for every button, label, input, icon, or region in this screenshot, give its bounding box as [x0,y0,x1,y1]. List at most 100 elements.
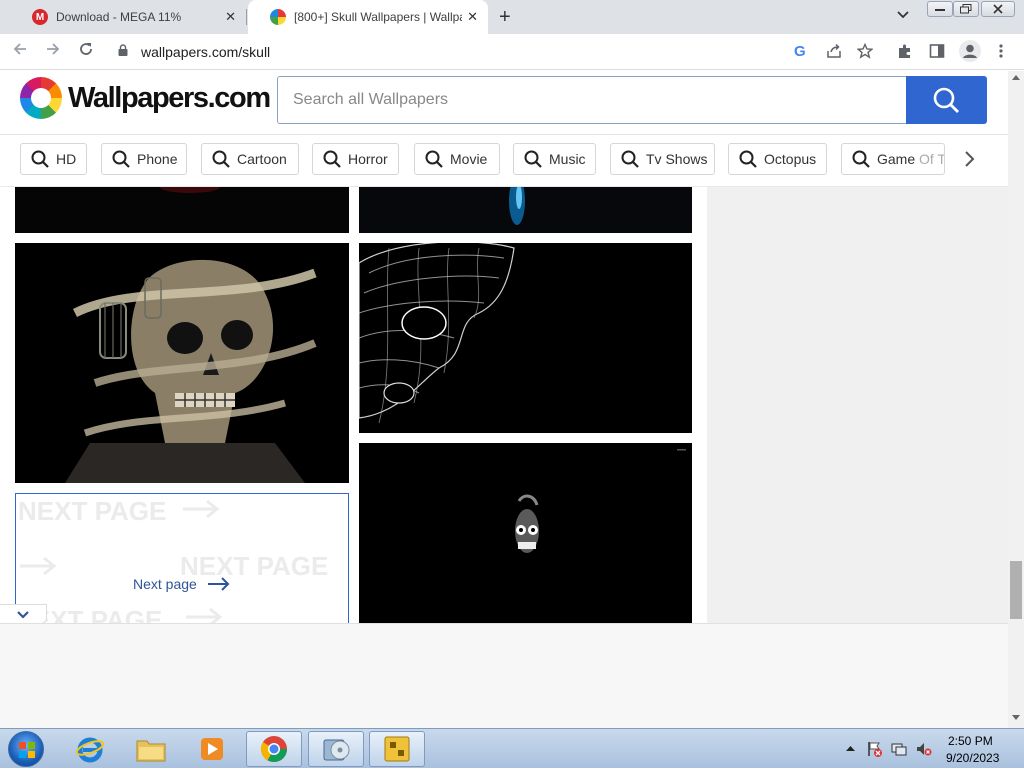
show-hidden-icons-chevron-icon[interactable] [846,745,855,751]
close-window-button[interactable] [981,1,1015,17]
search-icon [621,150,639,168]
collapse-button[interactable] [0,604,47,623]
tab-skull-wallpapers[interactable]: [800+] Skull Wallpapers | Wallpapers.com… [248,0,488,34]
back-button[interactable] [12,41,28,62]
chip-label: Music [549,151,586,167]
taskbar-game-app[interactable] [369,731,425,767]
chevron-down-icon [17,610,29,619]
taskbar-internet-explorer[interactable] [62,731,118,767]
wallpaper-thumbnail-dark-creature[interactable] [359,443,692,623]
taskbar-media-player[interactable] [184,731,240,767]
profile-avatar-icon[interactable] [959,40,981,66]
volume-muted-icon[interactable] [916,741,932,757]
chip-music[interactable]: Music [513,143,596,175]
scrollbar-thumb[interactable] [1010,561,1022,619]
chip-label: Octopus [764,151,817,167]
scroll-up-icon[interactable] [1012,74,1020,80]
folder-icon [136,740,166,762]
chip-label: Cartoon [237,151,287,167]
mega-icon: M [32,9,48,25]
search-box [277,76,907,124]
search-input[interactable] [278,77,907,123]
action-center-flag-icon[interactable] [866,741,882,757]
forward-button[interactable] [45,41,61,62]
search-icon [31,150,49,168]
game-app-icon [384,736,410,762]
close-tab-icon[interactable]: ✕ [225,9,236,25]
new-tab-button[interactable]: + [499,6,511,29]
wallpaper-thumbnail-blue-glow[interactable] [359,187,692,233]
chrome-icon [260,736,288,763]
sidebar-ad-placeholder [707,187,1008,623]
browser-tab-strip: M Download - MEGA 11% ✕ [800+] Skull Wal… [0,0,1024,34]
chip-horror[interactable]: Horror [312,143,399,175]
wallpapers-wheel-icon [270,9,286,25]
chip-hd[interactable]: HD [20,143,87,175]
chevron-right-icon[interactable] [960,149,978,169]
share-icon[interactable] [826,43,842,63]
search-button[interactable] [906,76,987,124]
lock-icon[interactable] [118,44,128,56]
search-icon [425,150,443,168]
site-logo-text[interactable]: Wallpapers.com [68,82,271,115]
chip-label: HD [56,151,77,167]
taskbar-file-explorer[interactable] [123,731,179,767]
windows-logo-icon [19,742,35,758]
next-page-card[interactable]: NEXT PAGE NEXT PAGE NEXT PAGE Next page [15,493,349,623]
close-tab-icon[interactable]: ✕ [467,9,478,25]
ghost-text: NEXT PAGE [18,496,167,526]
next-page-link[interactable]: Next page [133,576,231,592]
side-panel-icon[interactable] [929,43,945,63]
ghost-arrow-icon [20,556,57,576]
chip-label: Tv Shows [646,151,708,167]
browser-menu-icon[interactable] [999,43,1003,63]
search-icon [323,150,341,168]
start-button[interactable] [8,731,44,767]
chip-movie[interactable]: Movie [414,143,500,175]
windows-taskbar: 2:50 PM 9/20/2023 [0,728,1024,768]
media-player-icon [201,738,223,760]
chip-label: Movie [450,151,488,167]
tab-mega-download[interactable]: M Download - MEGA 11% ✕ [10,0,246,34]
search-icon [739,150,757,168]
restore-button[interactable] [953,1,979,17]
chip-label: Game [877,151,916,167]
wallpaper-thumbnail-wireframe-skull[interactable] [359,243,692,433]
chip-octopus[interactable]: Octopus [728,143,827,175]
address-bar[interactable]: wallpapers.com/skull [141,44,270,60]
ghost-arrow-icon [183,499,220,519]
clock-date[interactable]: 9/20/2023 [946,751,999,765]
arrow-right-icon [207,577,230,591]
category-chips-bar: HD Phone Cartoon Horror Movie Music Tv S… [0,135,1008,187]
taskbar-chrome[interactable] [246,731,302,767]
chip-cartoon[interactable]: Cartoon [201,143,299,175]
wallpaper-thumbnail-dark-red[interactable] [15,187,349,233]
browser-toolbar: wallpapers.com/skull G [0,34,1024,70]
reload-button[interactable] [78,41,94,62]
web-page-viewport: Wallpapers.com HD Phone Cartoon Horror M… [0,71,1008,623]
page-scrollbar[interactable] [1008,71,1024,728]
wallpaper-thumbnail-bandaged-skull[interactable] [15,243,349,483]
search-icon [933,87,959,113]
search-icon [112,150,130,168]
bookmark-star-icon[interactable] [856,42,874,63]
tab-separator [246,9,247,25]
tab-title: Download - MEGA 11% [56,10,182,24]
chip-phone[interactable]: Phone [101,143,187,175]
chip-tv-shows[interactable]: Tv Shows [610,143,715,175]
taskbar-disc-app[interactable] [308,731,364,767]
scroll-down-icon[interactable] [1012,715,1020,721]
clock-time[interactable]: 2:50 PM [948,734,993,748]
chip-label: Horror [348,151,388,167]
chip-game-of-thrones[interactable]: Game Of T [841,143,945,175]
site-header: Wallpapers.com [0,71,1008,135]
chip-label: Phone [137,151,178,167]
wallpapers-logo-icon[interactable] [20,77,62,119]
extensions-puzzle-icon[interactable] [897,43,913,63]
tab-title: [800+] Skull Wallpapers | Wallpapers.com [294,10,462,24]
minimize-button[interactable] [927,1,953,17]
google-lens-icon[interactable]: G [794,43,806,60]
internet-explorer-icon [75,737,105,763]
tab-search-chevron-icon[interactable] [897,8,909,22]
network-icon[interactable] [891,741,907,757]
